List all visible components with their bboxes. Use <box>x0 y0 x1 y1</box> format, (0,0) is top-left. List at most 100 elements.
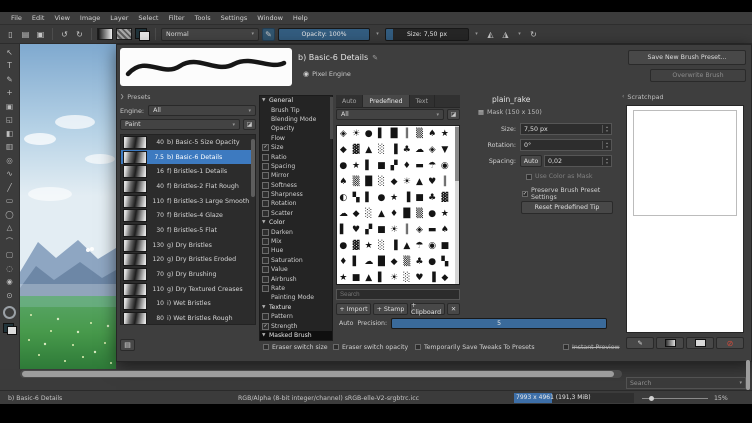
rectangle-tool[interactable]: ▭ <box>2 195 18 208</box>
preset-item-b-basic-6-details[interactable]: 7.5b) Basic-6 Details <box>121 150 255 165</box>
brush-tip-thumbnail[interactable]: ☀ <box>350 126 363 142</box>
brush-option-sharpness[interactable]: Sharpness <box>260 190 332 199</box>
brush-tip-thumbnail[interactable]: ◆ <box>388 174 401 190</box>
preset-item-g-dry-textured-creases[interactable]: 110g) Dry Textured Creases <box>121 282 255 297</box>
brush-tip-thumbnail[interactable]: ▌ <box>362 158 375 174</box>
option-checkbox[interactable] <box>262 238 269 245</box>
menu-item-tools[interactable]: Tools <box>190 12 216 25</box>
brush-option-softness[interactable]: Softness <box>260 181 332 190</box>
tag-filter-select[interactable]: Paint ▾ <box>120 119 240 130</box>
brush-option-strength[interactable]: ✓Strength <box>260 321 332 330</box>
scratchpad-canvas[interactable] <box>626 105 744 333</box>
bezier-curve-tool[interactable]: ⌒ <box>2 235 18 248</box>
brush-option-saturation[interactable]: Saturation <box>260 256 332 265</box>
brush-tip-thumbnail[interactable]: ♣ <box>413 254 426 270</box>
brush-tip-thumbnail[interactable]: ● <box>337 238 350 254</box>
brush-option-rotation[interactable]: Rotation <box>260 199 332 208</box>
option-checkbox[interactable] <box>262 313 269 320</box>
option-checkbox[interactable] <box>262 276 269 283</box>
brush-tip-thumbnail[interactable]: ♥ <box>350 222 363 238</box>
brush-tip-thumbnail[interactable]: ▓ <box>350 238 363 254</box>
fill-with-gradient-button[interactable] <box>656 337 684 349</box>
brush-tip-thumbnail[interactable]: ▼ <box>439 142 452 158</box>
save-icon[interactable]: ▣ <box>34 28 47 41</box>
polygon-tool[interactable]: △ <box>2 222 18 235</box>
instant-preview-checkbox[interactable]: Instant Preview <box>563 341 620 353</box>
tip-spacing-spinbox[interactable]: 0,02 ▴▾ <box>544 155 612 167</box>
brush-option-flow[interactable]: Flow <box>260 134 332 143</box>
brush-tip-thumbnail[interactable]: ▲ <box>400 238 413 254</box>
brush-tip-thumbnail[interactable]: ♠ <box>337 174 350 190</box>
stamp-tip-button[interactable]: + Stamp <box>373 303 408 315</box>
brush-tip-thumbnail[interactable]: ▬ <box>426 222 439 238</box>
spin-arrows-icon[interactable]: ▴▾ <box>602 125 611 133</box>
delete-tip-button[interactable]: ✕ <box>447 303 460 315</box>
open-document-icon[interactable]: ▤ <box>19 28 32 41</box>
brush-tip-thumbnail[interactable]: ░ <box>400 270 413 285</box>
brush-option-general[interactable]: ▼General <box>260 96 332 105</box>
zoom-slider-handle[interactable] <box>649 396 654 401</box>
brush-option-scatter[interactable]: Scatter <box>260 209 332 218</box>
zoom-tool[interactable]: ⊙ <box>2 289 18 302</box>
mirror-options-button[interactable]: ▾ <box>515 28 524 41</box>
tip-grid-scrollbar-thumb[interactable] <box>455 127 459 181</box>
brush-tip-thumbnail[interactable]: ☁ <box>362 254 375 270</box>
brush-tip-thumbnail[interactable]: ▒ <box>413 126 426 142</box>
brush-tip-thumbnail[interactable]: ▚ <box>439 254 452 270</box>
docker-vertical-scrollbar[interactable] <box>746 360 750 390</box>
brush-option-ratio[interactable]: Ratio <box>260 152 332 161</box>
brush-tip-thumbnail[interactable]: ◆ <box>350 206 363 222</box>
menu-item-layer[interactable]: Layer <box>105 12 133 25</box>
option-checkbox[interactable] <box>262 285 269 292</box>
mirror-vertical-icon[interactable]: ◮ <box>499 28 512 41</box>
brush-tip-thumbnail[interactable]: ☂ <box>426 158 439 174</box>
tip-rotation-spinbox[interactable]: 0° ▴▾ <box>520 139 612 151</box>
preset-item-g-dry-bristles-eroded[interactable]: 120g) Dry Bristles Eroded <box>121 253 255 268</box>
brush-option-texture[interactable]: ▼Texture <box>260 303 332 312</box>
redo-icon[interactable]: ↻ <box>73 28 86 41</box>
save-tweaks-checkbox[interactable]: Temporarily Save Tweaks To Presets <box>415 341 535 353</box>
brush-tip-thumbnail[interactable]: ░ <box>362 206 375 222</box>
brush-tip-thumbnail[interactable]: ░ <box>375 142 388 158</box>
brush-tip-thumbnail[interactable]: ◈ <box>426 142 439 158</box>
brush-tip-thumbnail[interactable]: ▲ <box>413 174 426 190</box>
preset-item-i-wet-bristles-rough[interactable]: 80i) Wet Bristles Rough <box>121 311 255 325</box>
brush-tip-thumbnail[interactable]: ◉ <box>439 158 452 174</box>
option-checkbox[interactable] <box>262 154 269 161</box>
brush-tip-thumbnail[interactable]: ▐ <box>400 190 413 206</box>
brush-tip-thumbnail[interactable]: ◆ <box>439 270 452 285</box>
move-tool[interactable]: + <box>2 87 18 100</box>
preset-item-f-bristles-4-glaze[interactable]: 70f) Bristles-4 Glaze <box>121 208 255 223</box>
option-checkbox[interactable] <box>262 229 269 236</box>
brush-tip-thumbnail[interactable]: ★ <box>439 126 452 142</box>
line-tool[interactable]: ╱ <box>2 181 18 194</box>
reset-predefined-tip-button[interactable]: Reset Predefined Tip <box>521 201 613 214</box>
menu-item-file[interactable]: File <box>6 12 27 25</box>
eraser-switch-size-checkbox[interactable]: Eraser switch size <box>263 341 328 353</box>
brush-tip-thumbnail[interactable]: ▲ <box>362 270 375 285</box>
fill-tool[interactable]: ◧ <box>2 127 18 140</box>
advanced-color-selector[interactable] <box>3 306 16 319</box>
brush-tip-thumbnail[interactable]: ░ <box>375 238 388 254</box>
reset-scratchpad-button[interactable]: ⊘ <box>716 337 744 349</box>
select-shapes-tool[interactable]: ↖ <box>2 46 18 59</box>
option-checkbox[interactable] <box>262 210 269 217</box>
preset-item-g-dry-bristles[interactable]: 130g) Dry Bristles <box>121 238 255 253</box>
brush-option-airbrush[interactable]: Airbrush <box>260 274 332 283</box>
size-options-button[interactable]: ▾ <box>472 28 481 41</box>
brush-tip-thumbnail[interactable]: ■ <box>350 270 363 285</box>
option-checkbox[interactable]: ✓ <box>262 323 269 330</box>
use-color-as-mask-checkbox[interactable]: Use Color as Mask <box>526 173 593 180</box>
brush-tip-thumbnail[interactable]: ▬ <box>413 158 426 174</box>
mirror-horizontal-icon[interactable]: ◭ <box>484 28 497 41</box>
brush-tip-thumbnail[interactable]: ▐ <box>388 142 401 158</box>
brush-tip-thumbnail[interactable]: ☂ <box>413 238 426 254</box>
gradient-tool[interactable]: ▥ <box>2 141 18 154</box>
preset-item-f-bristles-3-large-smooth[interactable]: 110f) Bristles-3 Large Smooth <box>121 194 255 209</box>
brush-tip-thumbnail[interactable]: ▲ <box>362 142 375 158</box>
option-checkbox[interactable] <box>262 172 269 179</box>
brush-tip-thumbnail[interactable]: ▌ <box>337 222 350 238</box>
brush-tip-thumbnail[interactable]: ☀ <box>388 222 401 238</box>
brush-tip-thumbnail[interactable]: ♠ <box>439 222 452 238</box>
foreground-background-colors[interactable] <box>135 28 150 41</box>
